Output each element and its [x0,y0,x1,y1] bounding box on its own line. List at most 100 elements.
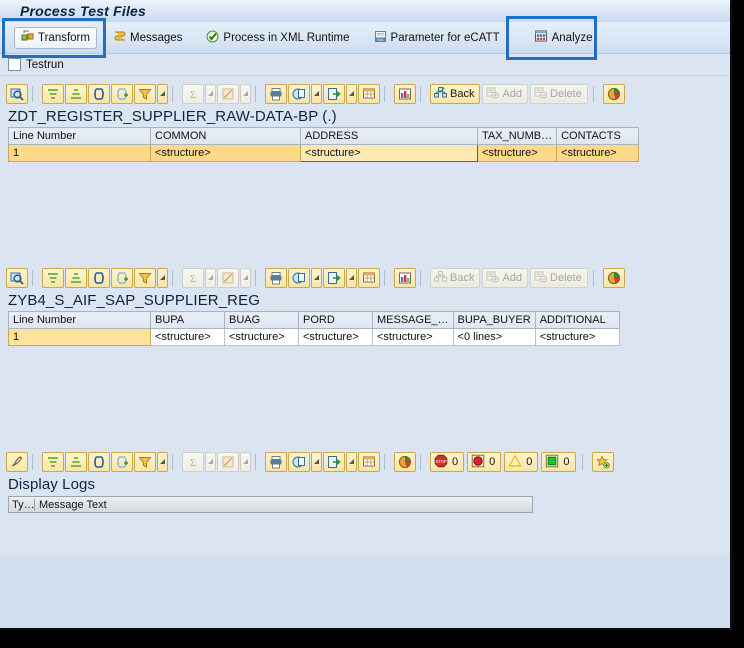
filter-dropdown-icon[interactable] [157,268,168,288]
success-count[interactable]: 0 [541,452,576,472]
table1-cell-contacts[interactable]: <structure> [556,144,640,162]
find-next-icon[interactable] [111,84,133,104]
find-icon[interactable] [88,84,110,104]
messages-button[interactable]: Messages [107,27,188,49]
table2-col-buag[interactable]: BUAG [224,311,299,329]
transform-button[interactable]: Transform [14,26,97,49]
add-button[interactable]: Add [482,268,529,288]
sort-descending-icon[interactable] [65,268,87,288]
export-dropdown-icon[interactable] [311,452,322,472]
send-icon[interactable] [323,452,345,472]
layout-grid-icon[interactable] [358,452,380,472]
table-row[interactable]: 1 <structure> <structure> <structure> <s… [8,144,640,162]
favorite-add-icon[interactable] [591,452,614,472]
sort-ascending-icon[interactable] [42,84,64,104]
find-icon[interactable] [88,452,110,472]
filter-dropdown-icon[interactable] [157,84,168,104]
table2-col-bupa[interactable]: BUPA [150,311,225,329]
total-sum-icon[interactable]: Σ [182,84,204,104]
total-sum-icon[interactable]: Σ [182,268,204,288]
table1-col-common[interactable]: COMMON [150,127,301,145]
sort-ascending-icon[interactable] [42,452,64,472]
layout-grid-icon[interactable] [358,84,380,104]
find-next-icon[interactable] [111,452,133,472]
subtotal-icon[interactable] [217,268,239,288]
table2-col-additional[interactable]: ADDITIONAL [534,311,620,329]
total-dropdown-icon[interactable] [205,84,216,104]
print-icon[interactable] [265,452,287,472]
table2-col-bupa-buyer[interactable]: BUPA_BUYER [452,311,536,329]
table-row[interactable]: 1 <structure> <structure> <structure> <s… [8,328,620,346]
abort-stop-count[interactable]: STOP 0 [430,452,465,472]
detail-magnifier-icon[interactable] [6,268,28,288]
graphic-chart-icon[interactable] [394,268,416,288]
warning-count[interactable]: 0 [504,452,539,472]
table2-col-pord[interactable]: PORD [298,311,373,329]
table1-cell-common[interactable]: <structure> [150,144,301,162]
find-icon[interactable] [88,268,110,288]
print-icon[interactable] [265,84,287,104]
testrun-checkbox[interactable] [8,58,21,71]
detail-magnifier-icon[interactable] [6,84,28,104]
sort-descending-icon[interactable] [65,84,87,104]
send-icon[interactable] [323,84,345,104]
find-next-icon[interactable] [111,268,133,288]
delete-button[interactable]: Delete [530,84,588,104]
print-icon[interactable] [265,268,287,288]
table2-cell-additional[interactable]: <structure> [534,328,620,346]
subtotal-dropdown-icon[interactable] [240,84,251,104]
table1-col-address[interactable]: ADDRESS [300,127,478,145]
subtotal-icon[interactable] [217,452,239,472]
table2-col-message[interactable]: MESSAGE_… [372,311,454,329]
edit-pencil-icon[interactable] [6,452,28,472]
table2-cell-line-number[interactable]: 1 [8,328,151,346]
send-dropdown-icon[interactable] [346,452,357,472]
logs-col-message-text[interactable]: Message Text [35,499,532,511]
graphic-chart-icon[interactable] [394,84,416,104]
filter-dropdown-icon[interactable] [157,452,168,472]
send-dropdown-icon[interactable] [346,268,357,288]
send-icon[interactable] [323,268,345,288]
export-dropdown-icon[interactable] [311,268,322,288]
export-local-file-icon[interactable] [288,268,310,288]
table1-cell-address[interactable]: <structure> [300,144,478,162]
layout-grid-icon[interactable] [358,268,380,288]
sort-ascending-icon[interactable] [42,268,64,288]
abc-pie-icon[interactable] [602,268,625,288]
logs-col-type[interactable]: Ty… [9,498,35,511]
table2-cell-pord[interactable]: <structure> [298,328,373,346]
export-local-file-icon[interactable] [288,84,310,104]
table2-col-line-number[interactable]: Line Number [8,311,151,329]
export-dropdown-icon[interactable] [311,84,322,104]
table2-cell-buag[interactable]: <structure> [224,328,299,346]
abc-pie-icon[interactable] [602,84,625,104]
total-sum-icon[interactable]: Σ [182,452,204,472]
back-button[interactable]: Back [430,268,481,288]
process-in-xml-runtime-button[interactable]: Process in XML Runtime [200,27,355,49]
table1-col-contacts[interactable]: CONTACTS [556,127,640,145]
table2-cell-bupa-buyer[interactable]: <0 lines> [452,328,536,346]
subtotal-icon[interactable] [217,84,239,104]
send-dropdown-icon[interactable] [346,84,357,104]
sort-descending-icon[interactable] [65,452,87,472]
filter-icon[interactable] [134,84,156,104]
table2-cell-message[interactable]: <structure> [372,328,454,346]
add-button[interactable]: Add [482,84,529,104]
parameter-for-ecatt-button[interactable]: XML Parameter for eCATT [368,27,506,49]
filter-icon[interactable] [134,452,156,472]
table1-col-tax-number[interactable]: TAX_NUMB… [476,127,558,145]
table1-cell-line-number[interactable]: 1 [8,144,151,162]
analyze-button[interactable]: Analyze [528,27,599,49]
total-dropdown-icon[interactable] [205,452,216,472]
total-dropdown-icon[interactable] [205,268,216,288]
table1-cell-tax-number[interactable]: <structure> [476,144,558,162]
subtotal-dropdown-icon[interactable] [240,268,251,288]
error-count[interactable]: 0 [467,452,502,472]
subtotal-dropdown-icon[interactable] [240,452,251,472]
export-local-file-icon[interactable] [288,452,310,472]
table2-cell-bupa[interactable]: <structure> [150,328,225,346]
filter-icon[interactable] [134,268,156,288]
back-button[interactable]: Back [430,84,481,104]
abc-pie-icon[interactable] [394,452,416,472]
delete-button[interactable]: Delete [530,268,588,288]
